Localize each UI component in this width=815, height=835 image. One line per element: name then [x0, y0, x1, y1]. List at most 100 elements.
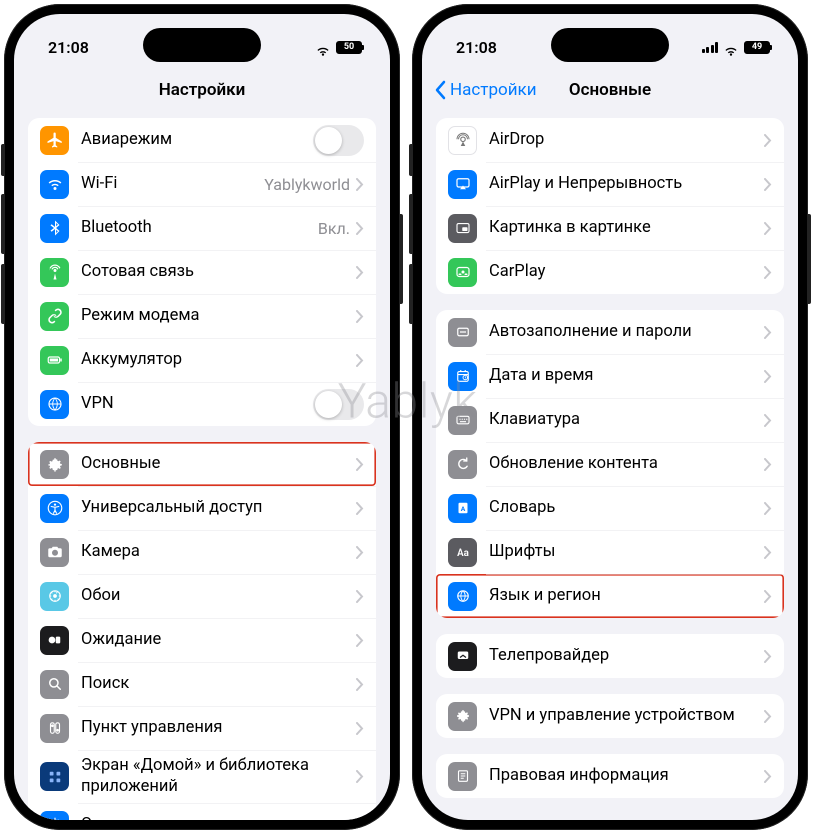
general-group-1: AirDrop AirPlay и Непрерывность Картинка…: [436, 118, 784, 294]
row-pip[interactable]: Картинка в картинке: [436, 206, 784, 250]
battery-status-icon: 50: [336, 41, 362, 54]
dynamic-island: [551, 28, 669, 62]
tvprovider-icon: [448, 642, 477, 671]
chevron-right-icon: [764, 414, 772, 427]
row-vpn-management[interactable]: VPN и управление устройством: [436, 694, 784, 738]
controlcenter-icon: [40, 714, 69, 743]
chevron-right-icon: [356, 222, 364, 235]
row-cellular[interactable]: Сотовая связь: [28, 250, 376, 294]
row-label: Пункт управления: [81, 718, 356, 739]
chevron-right-icon: [356, 310, 364, 323]
chevron-right-icon: [764, 458, 772, 471]
row-vpn[interactable]: VPN: [28, 382, 376, 426]
chevron-right-icon: [764, 502, 772, 515]
camera-icon: [40, 538, 69, 567]
row-label: Клавиатура: [489, 410, 764, 431]
chevron-right-icon: [764, 770, 772, 783]
bluetooth-icon: [40, 214, 69, 243]
row-label: Wi-Fi: [81, 174, 264, 195]
row-carplay[interactable]: CarPlay: [436, 250, 784, 294]
row-airplane-mode[interactable]: Авиарежим: [28, 118, 376, 162]
chevron-right-icon: [356, 722, 364, 735]
row-airplay[interactable]: AirPlay и Непрерывность: [436, 162, 784, 206]
chevron-right-icon: [356, 266, 364, 279]
phone-right: 21:08 49 Настройки Основные: [412, 4, 808, 830]
refresh-icon: [448, 450, 477, 479]
row-label: AirDrop: [489, 130, 764, 151]
vpnmgmt-icon: [448, 702, 477, 731]
airplay-icon: [448, 170, 477, 199]
row-background-refresh[interactable]: Обновление контента: [436, 442, 784, 486]
row-tvprovider[interactable]: Телепровайдер: [436, 634, 784, 678]
airplane-toggle[interactable]: [313, 125, 364, 156]
back-button[interactable]: Настройки: [434, 68, 537, 112]
row-label: CarPlay: [489, 262, 764, 283]
row-keyboard[interactable]: Клавиатура: [436, 398, 784, 442]
row-language-region[interactable]: Язык и регион: [436, 574, 784, 618]
row-general[interactable]: Основные: [28, 442, 376, 486]
row-hotspot[interactable]: Режим модема: [28, 294, 376, 338]
row-camera[interactable]: Камера: [28, 530, 376, 574]
row-legal[interactable]: Правовая информация: [436, 754, 784, 798]
row-standby[interactable]: Ожидание: [28, 618, 376, 662]
row-label: Режим модема: [81, 306, 356, 327]
carplay-icon: [448, 258, 477, 287]
vpn-toggle[interactable]: [313, 389, 364, 420]
accessibility-icon: [40, 494, 69, 523]
nav-bar: Настройки Основные: [422, 68, 798, 112]
row-airdrop[interactable]: AirDrop: [436, 118, 784, 162]
row-search[interactable]: Поиск: [28, 662, 376, 706]
wifi-icon: [40, 170, 69, 199]
row-fonts[interactable]: Aa Шрифты: [436, 530, 784, 574]
row-label: Язык и регион: [489, 586, 764, 607]
row-control-center[interactable]: Пункт управления: [28, 706, 376, 750]
chevron-right-icon: [764, 710, 772, 723]
back-label: Настройки: [450, 80, 537, 100]
battery-status-icon: 49: [744, 41, 770, 54]
status-time: 21:08: [456, 38, 497, 57]
row-label: Универсальный доступ: [81, 498, 356, 519]
wallpaper-icon: [40, 582, 69, 611]
status-time: 21:08: [48, 38, 89, 57]
svg-text:Aa: Aa: [457, 548, 469, 559]
datetime-icon: [448, 362, 477, 391]
row-accessibility[interactable]: Универсальный доступ: [28, 486, 376, 530]
row-display-brightness[interactable]: Экран и яркость: [28, 803, 376, 820]
keyboard-icon: [448, 406, 477, 435]
general-group-3: Телепровайдер: [436, 634, 784, 678]
row-homescreen[interactable]: Экран «Домой» и библиотека приложений: [28, 750, 376, 803]
row-label: Сотовая связь: [81, 262, 356, 283]
chevron-right-icon: [764, 134, 772, 147]
chevron-right-icon: [764, 178, 772, 191]
gear-icon: [40, 450, 69, 479]
page-title: Настройки: [159, 80, 246, 100]
chevron-right-icon: [356, 678, 364, 691]
row-label: Экран «Домой» и библиотека приложений: [81, 756, 356, 797]
row-autofill[interactable]: Автозаполнение и пароли: [436, 310, 784, 354]
row-battery[interactable]: Аккумулятор: [28, 338, 376, 382]
homescreen-icon: [40, 762, 69, 791]
row-label: Авиарежим: [81, 130, 313, 151]
page-title: Основные: [569, 80, 651, 100]
chevron-right-icon: [356, 634, 364, 647]
airdrop-icon: [448, 126, 477, 155]
battery-icon: [40, 346, 69, 375]
cell-signal-icon: [702, 42, 719, 53]
row-wallpaper[interactable]: Обои: [28, 574, 376, 618]
phone-left: 21:08 50 Настройки Авиарежим: [4, 4, 400, 830]
row-wifi[interactable]: Wi-Fi Yablykworld: [28, 162, 376, 206]
fonts-icon: Aa: [448, 538, 477, 567]
row-label: Картинка в картинке: [489, 218, 764, 239]
row-date-time[interactable]: Дата и время: [436, 354, 784, 398]
chevron-right-icon: [356, 770, 364, 783]
chevron-right-icon: [764, 546, 772, 559]
screen-right: 21:08 49 Настройки Основные: [422, 14, 798, 820]
row-label: Обновление контента: [489, 454, 764, 475]
row-label: Bluetooth: [81, 218, 318, 239]
row-label: Ожидание: [81, 630, 356, 651]
row-bluetooth[interactable]: Bluetooth Вкл.: [28, 206, 376, 250]
vpn-icon: [40, 390, 69, 419]
row-dictionary[interactable]: A Словарь: [436, 486, 784, 530]
chevron-right-icon: [764, 650, 772, 663]
row-label: Основные: [81, 454, 356, 475]
